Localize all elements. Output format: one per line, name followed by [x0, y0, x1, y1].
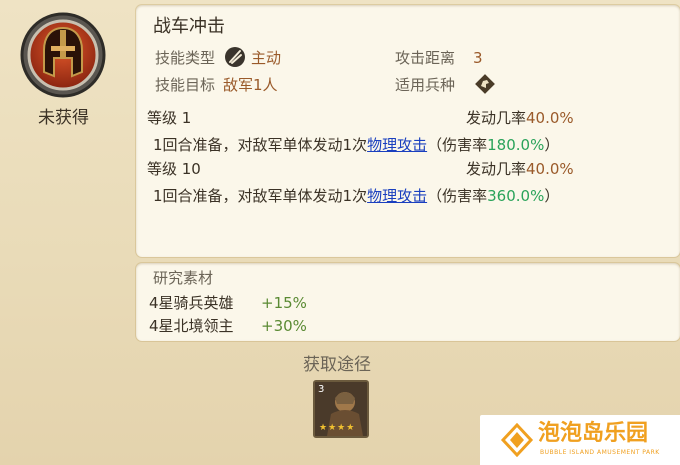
trigger-rate: 发动几率40.0%	[466, 159, 574, 179]
skill-icon	[18, 10, 108, 100]
research-item-bonus: +15%	[261, 294, 307, 312]
description-text: （伤害率	[427, 136, 488, 154]
description-text: ）	[544, 136, 560, 154]
damage-rate-value: 180.0%	[487, 136, 545, 154]
damage-rate-value: 360.0%	[487, 187, 545, 205]
physical-attack-link[interactable]: 物理攻击	[367, 187, 427, 205]
physical-attack-link[interactable]: 物理攻击	[367, 136, 427, 154]
description-text: 1回合准备，对敌军单体发动1次	[153, 136, 368, 154]
active-skill-icon	[224, 46, 246, 68]
skill-status: 未获得	[38, 108, 89, 128]
trigger-rate-label: 发动几率	[466, 109, 527, 127]
trigger-rate-value: 40.0%	[526, 109, 574, 127]
source-title: 获取途径	[303, 355, 371, 375]
trigger-rate-label: 发动几率	[466, 160, 527, 178]
research-item-name: 4星骑兵英雄	[149, 294, 234, 312]
skill-description: 1回合准备，对敌军单体发动1次物理攻击（伤害率180.0%）	[153, 135, 559, 155]
description-text: （伤害率	[427, 187, 488, 205]
item-stars: ★★★★	[319, 423, 356, 433]
item-badge: 3	[318, 384, 325, 395]
watermark: 泡泡岛乐园 BUBBLE ISLAND AMUSEMENT PARK	[480, 415, 680, 465]
attack-range-label: 攻击距离	[395, 49, 456, 67]
level-label: 等级 10	[147, 160, 201, 178]
skill-info-panel	[136, 5, 680, 257]
research-item: 4星北境领主	[149, 316, 234, 336]
cavalry-icon	[474, 73, 496, 95]
research-title: 研究素材	[153, 269, 214, 287]
description-text: ）	[544, 187, 560, 205]
research-item-name: 4星北境领主	[149, 317, 234, 335]
skill-name: 战车冲击	[153, 16, 225, 37]
trigger-rate-value: 40.0%	[526, 160, 574, 178]
skill-target-value: 敌军1人	[223, 76, 278, 94]
research-item-bonus: +30%	[261, 317, 307, 335]
brand-logo-icon	[500, 423, 534, 457]
research-item: 4星骑兵英雄	[149, 293, 234, 313]
skill-description: 1回合准备，对敌军单体发动1次物理攻击（伤害率360.0%）	[153, 186, 559, 206]
trigger-rate: 发动几率40.0%	[466, 108, 574, 128]
attack-range-value: 3	[473, 49, 483, 67]
source-item-card[interactable]: 3 ★★★★	[313, 380, 369, 438]
skill-type-label: 技能类型	[155, 49, 216, 67]
skill-type-value: 主动	[251, 49, 282, 67]
unit-type-label: 适用兵种	[395, 76, 456, 94]
level-label: 等级 1	[147, 109, 192, 127]
brand-name: 泡泡岛乐园	[538, 421, 649, 446]
description-text: 1回合准备，对敌军单体发动1次	[153, 187, 368, 205]
brand-subtitle: BUBBLE ISLAND AMUSEMENT PARK	[540, 449, 660, 456]
skill-target-label: 技能目标	[155, 76, 216, 94]
